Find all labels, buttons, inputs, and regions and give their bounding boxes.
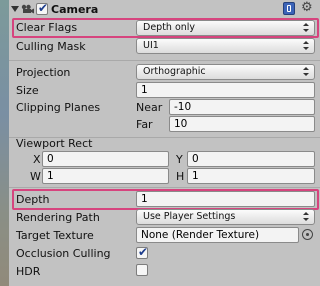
- occlusion-culling-checkbox[interactable]: ✔: [136, 245, 149, 259]
- rendering-path-dropdown[interactable]: Use Player Settings: [136, 209, 315, 225]
- section-divider: [9, 187, 320, 188]
- far-label: Far: [136, 118, 153, 131]
- viewport-y-input[interactable]: 0: [187, 151, 315, 167]
- clipping-planes-label: Clipping Planes: [16, 101, 101, 114]
- viewport-x-label: X: [33, 153, 41, 166]
- projection-label: Projection: [16, 66, 71, 79]
- section-divider: [9, 60, 320, 61]
- gear-icon[interactable]: ⚙: [301, 1, 313, 15]
- checkmark-icon: ✔: [138, 245, 149, 259]
- viewport-x-input[interactable]: 0: [42, 151, 169, 167]
- dropdown-arrow-icon: [303, 41, 309, 51]
- culling-mask-label: Culling Mask: [16, 40, 86, 53]
- clear-flags-label: Clear Flags: [16, 21, 78, 34]
- viewport-w-label: W: [30, 170, 41, 183]
- component-title: Camera: [51, 3, 99, 16]
- viewport-rect-label: Viewport Rect: [16, 137, 93, 150]
- far-input[interactable]: 10: [169, 116, 315, 132]
- viewport-y-label: Y: [176, 153, 183, 166]
- camera-inspector-panel: ✔ Camera ⚙ Clear Flags Depth only Cullin…: [9, 0, 320, 286]
- component-enabled-checkbox[interactable]: ✔: [36, 1, 49, 15]
- hdr-label: HDR: [16, 265, 41, 278]
- depth-label: Depth: [16, 193, 50, 206]
- rendering-path-value: Use Player Settings: [143, 211, 236, 222]
- clear-flags-dropdown[interactable]: Depth only: [136, 20, 315, 36]
- size-label: Size: [16, 84, 39, 97]
- dropdown-arrow-icon: [303, 67, 309, 77]
- clear-flags-value: Depth only: [143, 22, 196, 33]
- depth-input[interactable]: 1: [136, 191, 315, 207]
- target-texture-field[interactable]: None (Render Texture): [136, 227, 299, 243]
- scene-edge-strip: [0, 0, 9, 286]
- near-label: Near: [136, 101, 163, 114]
- foldout-arrow-icon[interactable]: [11, 6, 19, 12]
- dropdown-arrow-icon: [303, 212, 309, 222]
- projection-dropdown[interactable]: Orthographic: [136, 64, 315, 80]
- occlusion-culling-label: Occlusion Culling: [16, 247, 111, 260]
- projection-value: Orthographic: [143, 66, 206, 77]
- viewport-h-label: H: [176, 170, 185, 183]
- dropdown-arrow-icon: [303, 23, 309, 33]
- object-picker-icon[interactable]: [302, 229, 313, 240]
- viewport-h-input[interactable]: 1: [187, 168, 315, 184]
- near-input[interactable]: -10: [169, 99, 315, 115]
- target-texture-label: Target Texture: [16, 229, 94, 242]
- viewport-w-input[interactable]: 1: [42, 168, 169, 184]
- culling-mask-value: UI1: [143, 40, 159, 51]
- camera-component-icon: [21, 4, 35, 14]
- help-book-icon[interactable]: [283, 2, 295, 15]
- hdr-checkbox[interactable]: [136, 264, 148, 276]
- checkmark-icon: ✔: [38, 1, 49, 15]
- rendering-path-label: Rendering Path: [16, 211, 100, 224]
- culling-mask-dropdown[interactable]: UI1: [136, 38, 315, 54]
- size-input[interactable]: 1: [136, 82, 315, 98]
- target-texture-value: None (Render Texture): [141, 229, 260, 241]
